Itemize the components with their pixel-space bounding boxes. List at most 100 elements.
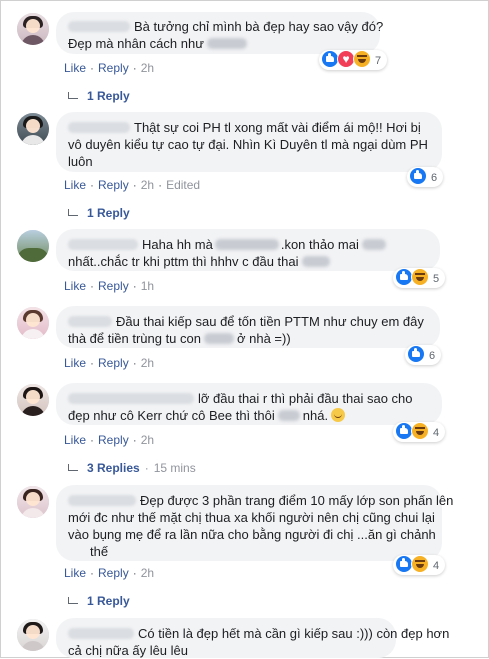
comment-bubble: Đầu thai kiếp sau để tốn tiền PTTM như c… bbox=[56, 306, 440, 348]
comment-actions: Like · Reply · 2h bbox=[64, 356, 155, 370]
reply-link[interactable]: Reply bbox=[98, 61, 129, 75]
avatar[interactable] bbox=[17, 230, 49, 262]
comment-text-line: đẹp như cô Kerr chứ cô Bee thì thôi bbox=[68, 408, 275, 423]
comment-text-line: luôn bbox=[68, 154, 93, 169]
view-replies-link[interactable]: 1 Reply bbox=[68, 205, 130, 221]
reaction-count: 4 bbox=[433, 427, 440, 439]
haha-reaction-icon bbox=[411, 422, 429, 440]
comment-bubble: Bà tưởng chỉ mình bà đẹp hay sao vậy đó?… bbox=[56, 12, 384, 54]
author-name[interactable] bbox=[68, 239, 138, 250]
comment-bubble: Haha hh mà .kon thảo mai nhất..chắc tr kh… bbox=[56, 229, 440, 271]
haha-reaction-icon bbox=[411, 268, 429, 286]
redacted-text bbox=[277, 410, 300, 421]
author-name[interactable] bbox=[68, 393, 194, 404]
comment-text-line: .kon thảo mai bbox=[280, 237, 359, 252]
comment-actions: Like · Reply · 2h · Edited bbox=[64, 178, 201, 192]
like-link[interactable]: Like bbox=[64, 178, 86, 192]
reaction-count: 5 bbox=[433, 273, 440, 285]
reply-link[interactable]: Reply bbox=[98, 178, 129, 192]
view-replies-link[interactable]: 1 Reply bbox=[68, 88, 130, 104]
like-link[interactable]: Like bbox=[64, 279, 86, 293]
author-name[interactable] bbox=[68, 21, 130, 32]
reaction-count: 6 bbox=[431, 172, 438, 184]
redacted-text bbox=[203, 333, 234, 344]
avatar[interactable] bbox=[17, 307, 49, 339]
comment-actions: Like · Reply · 1h bbox=[64, 279, 155, 293]
smile-emoji-icon bbox=[331, 408, 346, 422]
reply-link[interactable]: Reply bbox=[98, 356, 129, 370]
comment-text-line: nhá. bbox=[302, 408, 329, 423]
comment-text-line: Đầu thai kiếp sau để tốn tiền PTTM như c… bbox=[116, 314, 424, 329]
like-link[interactable]: Like bbox=[64, 61, 86, 75]
reply-link[interactable]: Reply bbox=[98, 566, 129, 580]
like-link[interactable]: Like bbox=[64, 356, 86, 370]
avatar[interactable] bbox=[17, 384, 49, 416]
comment-text-line: vào bụng mẹ để ra lần nữa cho bằng người… bbox=[68, 527, 436, 542]
haha-reaction-icon bbox=[353, 50, 371, 68]
author-name[interactable] bbox=[68, 122, 130, 133]
comment-bubble: Thật sự coi PH tl xong mất vài điểm ái m… bbox=[56, 112, 442, 172]
comment-text-line: cả chị nữa ấy lêu lêu bbox=[68, 643, 188, 658]
comment-time[interactable]: 2h bbox=[141, 61, 154, 75]
reaction-summary[interactable]: 6 bbox=[405, 345, 442, 365]
author-name[interactable] bbox=[68, 316, 112, 327]
comment-text-line: vô duyên kiểu tự cao tự đại. Nhìn Kì Duy… bbox=[68, 137, 428, 152]
haha-reaction-icon bbox=[411, 555, 429, 573]
comment-time[interactable]: 2h bbox=[141, 566, 154, 580]
comment-time[interactable]: 2h bbox=[141, 178, 154, 192]
comment-time[interactable]: 2h bbox=[141, 433, 154, 447]
like-link[interactable]: Like bbox=[64, 566, 86, 580]
author-name[interactable] bbox=[68, 628, 134, 639]
redacted-text bbox=[361, 239, 386, 250]
comment-text-line: nhất..chắc tr khi pttm thì hhhv c đầu th… bbox=[68, 254, 299, 269]
reaction-summary[interactable]: 6 bbox=[407, 167, 444, 187]
comment-text-line: Bà tưởng chỉ mình bà đẹp hay sao vậy đó? bbox=[134, 19, 384, 34]
reply-arrow-icon bbox=[68, 92, 78, 99]
comment-text-line: Đẹp mà nhân cách như bbox=[68, 36, 204, 51]
like-reaction-icon bbox=[407, 345, 425, 363]
edited-label[interactable]: Edited bbox=[166, 178, 200, 192]
reaction-summary[interactable]: 4 bbox=[393, 555, 446, 575]
reaction-count: 4 bbox=[433, 560, 440, 572]
comment-text-line: Thật sự coi PH tl xong mất vài điểm ái m… bbox=[134, 120, 421, 135]
comment-bubble: Đẹp được 3 phần trang điểm 10 mấy lớp so… bbox=[56, 485, 453, 561]
avatar[interactable] bbox=[17, 619, 49, 651]
reaction-summary[interactable]: 4 bbox=[393, 422, 446, 442]
comment-text-line: Đẹp được 3 phần trang điểm 10 mấy lớp so… bbox=[140, 493, 454, 508]
view-replies-link[interactable]: 3 Replies · 15 mins bbox=[68, 460, 196, 476]
comment-text-line: thế bbox=[90, 544, 109, 559]
reply-arrow-icon bbox=[68, 464, 78, 471]
redacted-text bbox=[301, 256, 330, 267]
comment-actions: Like · Reply · 2h bbox=[64, 566, 155, 580]
like-reaction-icon bbox=[409, 167, 427, 185]
reaction-count: 7 bbox=[375, 55, 382, 67]
reaction-summary[interactable]: 5 bbox=[393, 268, 446, 288]
comment-text-line: ở nhà =)) bbox=[236, 331, 291, 346]
comment-text-line: Haha hh mà bbox=[142, 237, 213, 252]
replies-time: 15 mins bbox=[153, 461, 196, 475]
comment-time[interactable]: 1h bbox=[141, 279, 154, 293]
redacted-text bbox=[214, 239, 279, 250]
comment-text-line: mới đc như thế mặt chị thua xa khối ngườ… bbox=[68, 510, 435, 525]
avatar[interactable] bbox=[17, 113, 49, 145]
reply-arrow-icon bbox=[68, 209, 78, 216]
comment-actions: Like · Reply · 2h bbox=[64, 61, 155, 75]
reply-link[interactable]: Reply bbox=[98, 279, 129, 293]
comment-bubble: Có tiền là đẹp hết mà cần gì kiếp sau :)… bbox=[56, 618, 449, 658]
avatar[interactable] bbox=[17, 13, 49, 45]
avatar[interactable] bbox=[17, 486, 49, 518]
comment-time[interactable]: 2h bbox=[141, 356, 154, 370]
view-replies-link[interactable]: 1 Reply bbox=[68, 593, 130, 609]
author-name[interactable] bbox=[68, 495, 136, 506]
comment-text-line: Có tiền là đẹp hết mà cần gì kiếp sau :)… bbox=[138, 626, 450, 641]
reply-link[interactable]: Reply bbox=[98, 433, 129, 447]
comment-actions: Like · Reply · 2h bbox=[64, 433, 155, 447]
redacted-text bbox=[206, 38, 247, 49]
like-link[interactable]: Like bbox=[64, 433, 86, 447]
reaction-summary[interactable]: 7 bbox=[319, 49, 388, 70]
reply-arrow-icon bbox=[68, 597, 78, 604]
comment-text-line: thà để tiền trùng tu con bbox=[68, 331, 201, 346]
reaction-count: 6 bbox=[429, 350, 436, 362]
comment-text-line: lỡ đầu thai r thì phải đầu thai sao cho bbox=[198, 391, 413, 406]
comment-bubble: lỡ đầu thai r thì phải đầu thai sao cho … bbox=[56, 383, 442, 425]
